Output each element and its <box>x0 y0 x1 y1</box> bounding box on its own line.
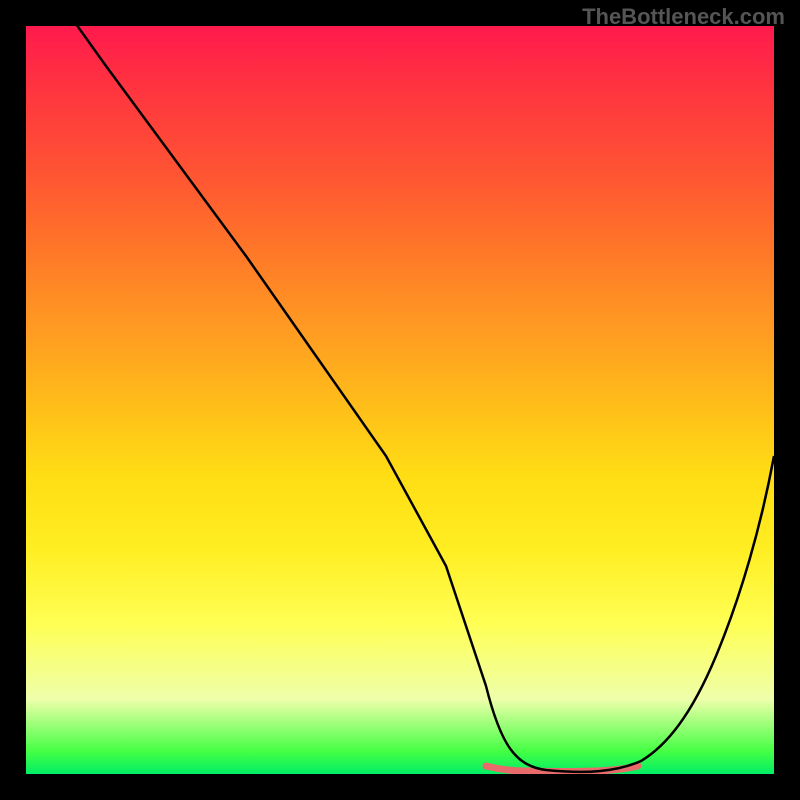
chart-plot-area <box>26 26 774 774</box>
watermark-text: TheBottleneck.com <box>582 4 785 30</box>
chart-curve-svg <box>26 26 774 774</box>
bottleneck-curve <box>56 26 774 772</box>
